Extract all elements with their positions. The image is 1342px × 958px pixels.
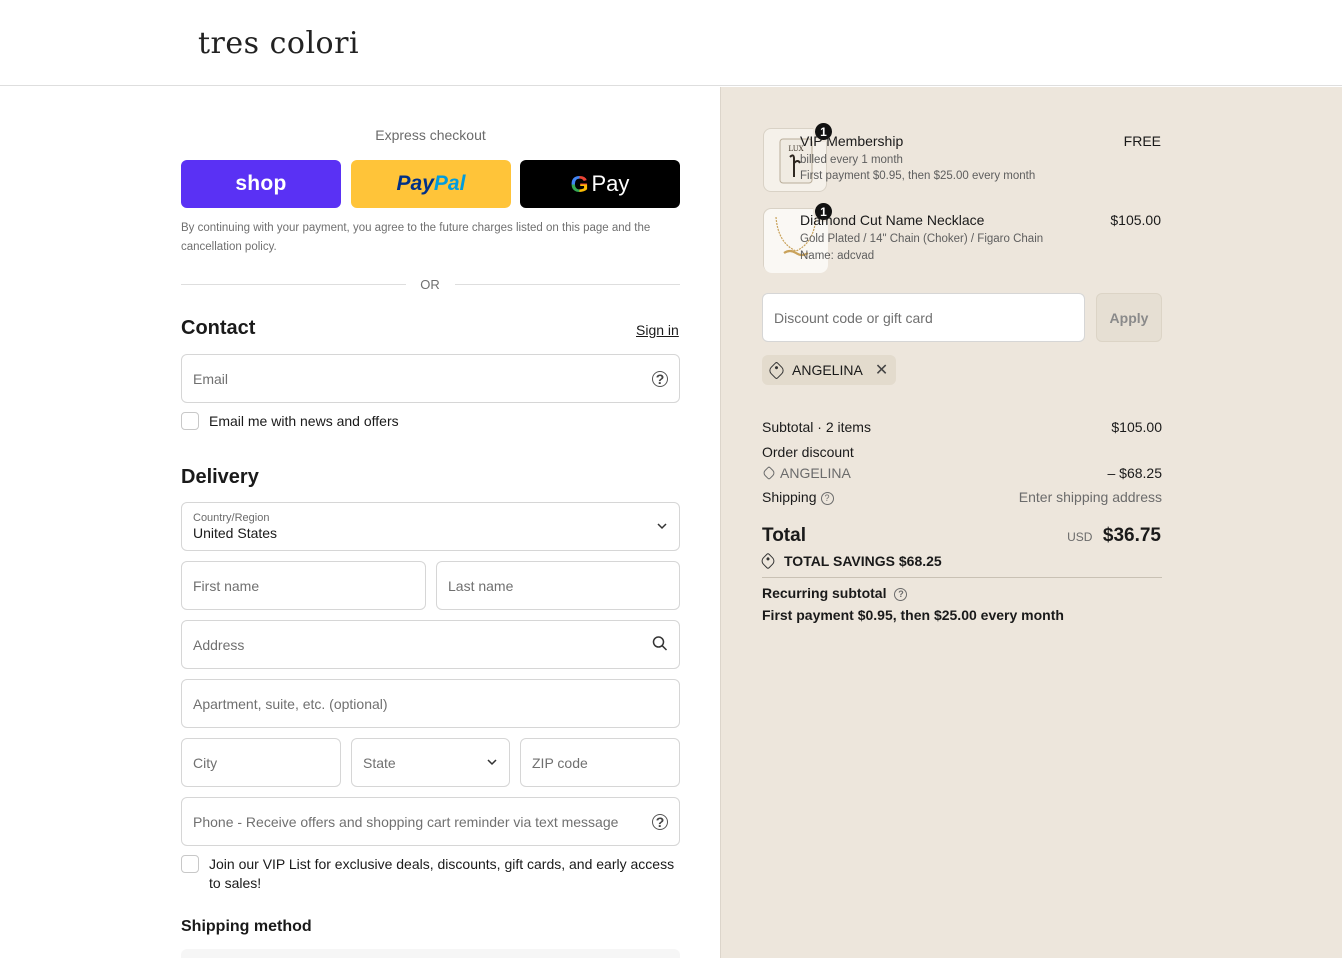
tag-icon: [767, 360, 786, 380]
savings-value: $68.25: [898, 553, 942, 569]
total-label: Total: [762, 525, 806, 546]
google-g-icon: G: [570, 170, 589, 197]
help-icon[interactable]: ?: [652, 370, 668, 387]
chevron-down-icon: [656, 519, 668, 535]
item-billing: billed every 1 month: [800, 154, 903, 166]
contact-title: Contact: [181, 317, 256, 339]
email-placeholder: Email: [193, 370, 229, 387]
recurring-label: Recurring subtotal: [762, 585, 887, 601]
order-discount-row: Order discount: [762, 444, 1162, 460]
order-discount-value: – $68.25: [1107, 465, 1163, 481]
express-checkout-title: Express checkout: [375, 127, 486, 143]
first-name-field[interactable]: First name: [181, 561, 426, 610]
shipping-label: Shipping: [762, 489, 817, 505]
checkout-main: Express checkout shop Pay Pal G Pay By co…: [0, 87, 720, 958]
sign-in-link[interactable]: Sign in: [636, 322, 679, 338]
zip-placeholder: ZIP code: [532, 754, 588, 771]
header: tres colori: [0, 0, 1342, 86]
order-discount-label: Order discount: [762, 444, 854, 460]
state-select[interactable]: State: [351, 738, 510, 787]
vip-checkbox-row[interactable]: Join our VIP List for exclusive deals, d…: [181, 855, 680, 893]
total-currency: USD: [1067, 530, 1093, 544]
shipping-method-title: Shipping method: [181, 918, 312, 935]
paypal-label-part1: Pay: [396, 172, 434, 195]
discount-placeholder: Discount code or gift card: [774, 309, 933, 326]
first-name-placeholder: First name: [193, 577, 260, 594]
order-discount-code: ANGELINA: [780, 465, 851, 481]
paypal-button[interactable]: Pay Pal: [351, 160, 511, 208]
subtotal-value: $105.00: [1111, 419, 1162, 435]
state-placeholder: State: [363, 754, 396, 771]
last-name-placeholder: Last name: [448, 577, 514, 594]
delivery-title: Delivery: [181, 466, 259, 488]
address-placeholder: Address: [193, 636, 245, 653]
summary-divider: [762, 577, 1162, 578]
address-field[interactable]: Address: [181, 620, 680, 669]
or-divider-left: [181, 284, 406, 285]
applied-code: ANGELINA: [792, 362, 863, 378]
consent-text: By continuing with your payment, you agr…: [181, 222, 651, 253]
paypal-label-part2: Pal: [433, 172, 466, 195]
recurring-detail: First payment $0.95, then $25.00 every m…: [762, 607, 1064, 623]
news-checkbox-label: Email me with news and offers: [209, 413, 399, 429]
item-price: FREE: [1123, 133, 1161, 149]
recurring-subtotal: Recurring subtotal?: [762, 585, 908, 601]
item-first-payment: First payment $0.95, then $25.00 every m…: [800, 170, 1036, 182]
news-checkbox-row[interactable]: Email me with news and offers: [181, 412, 399, 431]
google-pay-button[interactable]: G Pay: [520, 160, 680, 208]
city-placeholder: City: [193, 754, 218, 771]
vip-checkbox-label: Join our VIP List for exclusive deals, d…: [209, 856, 675, 891]
close-icon[interactable]: ✕: [875, 360, 888, 380]
zip-field[interactable]: ZIP code: [520, 738, 680, 787]
email-field[interactable]: Email ?: [181, 354, 680, 403]
or-divider-right: [455, 284, 680, 285]
shop-pay-label: shop: [235, 172, 287, 195]
subtotal-row: Subtotal · 2 items $105.00: [762, 419, 1162, 435]
news-checkbox[interactable]: [181, 412, 199, 430]
subtotal-label: Subtotal · 2 items: [762, 419, 871, 435]
help-icon[interactable]: ?: [652, 813, 668, 830]
country-select[interactable]: Country/Region United States: [181, 502, 680, 551]
order-discount-code-row: ANGELINA – $68.25: [761, 465, 1163, 481]
tag-icon: [759, 552, 777, 570]
applied-discount-tag: ANGELINA ✕: [762, 355, 897, 385]
item-price: $105.00: [1110, 212, 1161, 228]
shipping-row: Shipping? Enter shipping address: [762, 489, 1162, 505]
item-personalization: Name: adcvad: [800, 250, 875, 262]
vip-checkbox[interactable]: [181, 855, 199, 873]
shop-pay-button[interactable]: shop: [181, 160, 341, 208]
city-field[interactable]: City: [181, 738, 341, 787]
shipping-method-placeholder: [181, 949, 680, 958]
phone-placeholder: Phone - Receive offers and shopping cart…: [193, 813, 619, 830]
phone-field[interactable]: Phone - Receive offers and shopping cart…: [181, 797, 680, 846]
shipping-value: Enter shipping address: [1018, 489, 1162, 505]
country-value: United States: [193, 525, 278, 541]
last-name-field[interactable]: Last name: [436, 561, 680, 610]
brand-logo[interactable]: tres colori: [198, 26, 359, 61]
apartment-field[interactable]: Apartment, suite, etc. (optional): [181, 679, 680, 728]
apartment-placeholder: Apartment, suite, etc. (optional): [193, 695, 388, 712]
item-name: Diamond Cut Name Necklace: [800, 212, 985, 228]
savings-label: TOTAL SAVINGS: [784, 553, 895, 569]
help-icon[interactable]: ?: [894, 587, 908, 601]
order-summary: LUX 1 VIP Membership billed every 1 mont…: [720, 87, 1342, 958]
item-name: VIP Membership: [800, 133, 904, 149]
help-icon[interactable]: ?: [820, 491, 834, 505]
item-variant: Gold Plated / 14" Chain (Choker) / Figar…: [800, 233, 1044, 245]
total-value: USD $36.75: [1067, 525, 1161, 547]
search-icon: [652, 635, 668, 654]
country-label: Country/Region: [193, 512, 270, 524]
total-amount: $36.75: [1102, 525, 1161, 546]
total-savings: TOTAL SAVINGS $68.25: [759, 552, 942, 570]
or-divider-text: OR: [420, 277, 440, 292]
google-pay-label: Pay: [591, 171, 630, 196]
apply-discount-button[interactable]: Apply: [1096, 293, 1162, 342]
discount-code-input[interactable]: Discount code or gift card: [762, 293, 1085, 342]
chevron-down-icon: [486, 755, 498, 771]
tag-icon: [761, 465, 777, 481]
